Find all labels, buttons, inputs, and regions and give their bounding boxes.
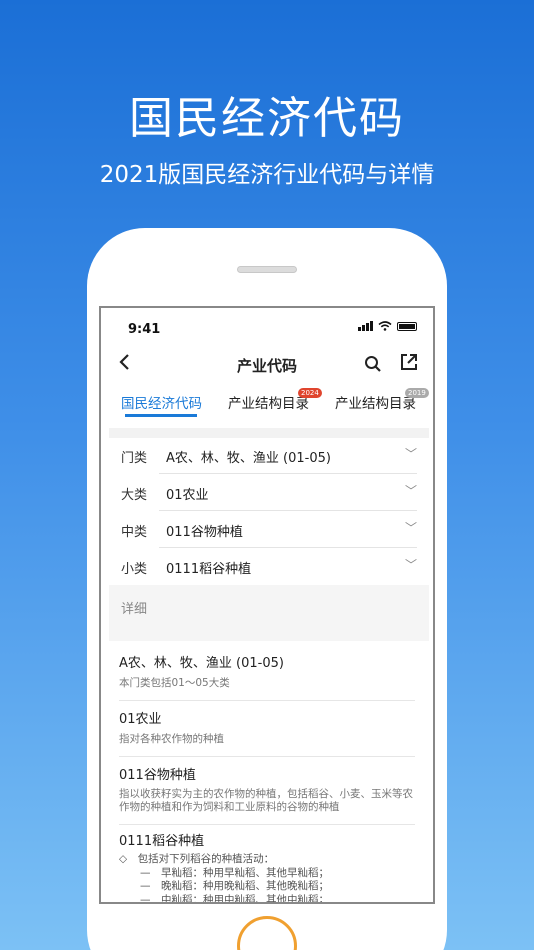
app-screen: 9:41 产业代码 国民经济代码 产业结构目录 2024 产业结构目录 2019 bbox=[99, 306, 435, 904]
phone-frame: 9:41 产业代码 国民经济代码 产业结构目录 2024 产业结构目录 2019 bbox=[87, 228, 447, 950]
detail-sub-line: — 中籼稻：种用中籼稻、其他中籼稻； bbox=[119, 893, 329, 904]
nav-bar: 产业代码 bbox=[101, 348, 433, 382]
tab-label: 产业结构目录 bbox=[335, 396, 416, 412]
tab-national-economy-code[interactable]: 国民经济代码 bbox=[121, 392, 202, 412]
status-bar: 9:41 bbox=[101, 308, 433, 348]
active-tab-indicator bbox=[125, 414, 197, 417]
selector-value: A农、林、牧、渔业 (01-05) bbox=[166, 451, 331, 466]
selector-value: 011谷物种植 bbox=[166, 525, 243, 540]
detail-item: A农、林、牧、渔业 (01-05) 本门类包括01～05大类 bbox=[119, 652, 415, 701]
detail-item-title: A农、林、牧、渔业 (01-05) bbox=[119, 656, 284, 671]
detail-sub-line: — 晚籼稻：种用晚籼稻、其他晚籼稻； bbox=[119, 880, 329, 892]
chevron-down-icon: ﹀ bbox=[404, 447, 417, 461]
selector-value: 0111稻谷种植 bbox=[166, 562, 252, 577]
headline: 国民经济代码 bbox=[129, 93, 405, 144]
badge-2019: 2019 bbox=[405, 388, 429, 398]
detail-sub-line: — 早籼稻：种用早籼稻、其他早籼稻； bbox=[119, 866, 329, 879]
signal-icon bbox=[358, 321, 373, 331]
tab-industry-structure-2019[interactable]: 产业结构目录 2019 bbox=[335, 388, 429, 412]
category-selector-xiaolei[interactable]: 小类 0111稻谷种植 ﹀ bbox=[109, 548, 429, 585]
home-button bbox=[237, 916, 297, 950]
status-time: 9:41 bbox=[128, 322, 161, 337]
search-icon[interactable] bbox=[364, 355, 382, 373]
share-icon[interactable] bbox=[399, 352, 419, 372]
category-selector-menlei[interactable]: 门类 A农、林、牧、渔业 (01-05) ﹀ bbox=[109, 437, 429, 474]
wifi-icon bbox=[378, 321, 392, 331]
detail-item-title: 01农业 bbox=[119, 712, 162, 727]
detail-item-title: 0111稻谷种植 bbox=[119, 834, 205, 849]
phone-speaker bbox=[237, 266, 297, 273]
selector-label: 小类 bbox=[121, 562, 148, 577]
tab-industry-structure-2024[interactable]: 产业结构目录 2024 bbox=[228, 388, 322, 412]
chevron-down-icon: ﹀ bbox=[404, 558, 417, 572]
detail-item-title: 011谷物种植 bbox=[119, 768, 196, 783]
selector-value: 01农业 bbox=[166, 488, 209, 503]
tab-bar: 国民经济代码 产业结构目录 2024 产业结构目录 2019 bbox=[101, 386, 433, 422]
selector-label: 大类 bbox=[121, 488, 148, 503]
battery-icon bbox=[397, 321, 417, 331]
selector-label: 中类 bbox=[121, 525, 148, 540]
detail-sub-line: ◇ 包括对下列稻谷的种植活动： bbox=[119, 853, 275, 865]
tab-label: 产业结构目录 bbox=[228, 396, 309, 412]
chevron-down-icon: ﹀ bbox=[404, 484, 417, 498]
selector-label: 门类 bbox=[121, 451, 148, 466]
detail-item: 011谷物种植 指以收获籽实为主的农作物的种植，包括稻谷、小麦、玉米等农作物的种… bbox=[119, 764, 415, 825]
badge-2024: 2024 bbox=[298, 388, 322, 398]
detail-item-desc: 指对各种农作物的种植 bbox=[119, 733, 224, 745]
detail-item: 01农业 指对各种农作物的种植 bbox=[119, 708, 415, 757]
detail-label: 详细 bbox=[121, 602, 148, 617]
subheadline: 2021版国民经济行业代码与详情 bbox=[99, 162, 435, 188]
chevron-down-icon: ﹀ bbox=[404, 521, 417, 535]
category-selector-zhonglei[interactable]: 中类 011谷物种植 ﹀ bbox=[109, 511, 429, 548]
detail-item: 0111稻谷种植 ◇ 包括对下列稻谷的种植活动： — 早籼稻：种用早籼稻、其他早… bbox=[119, 830, 415, 904]
category-selector-dalei[interactable]: 大类 01农业 ﹀ bbox=[109, 474, 429, 511]
detail-item-desc: 本门类包括01～05大类 bbox=[119, 677, 230, 689]
detail-item-desc: 指以收获籽实为主的农作物的种植，包括稻谷、小麦、玉米等农作物的种植和作为饲料和工… bbox=[119, 788, 413, 813]
page-title: 产业代码 bbox=[236, 357, 297, 375]
detail-header: 详细 bbox=[109, 585, 429, 641]
